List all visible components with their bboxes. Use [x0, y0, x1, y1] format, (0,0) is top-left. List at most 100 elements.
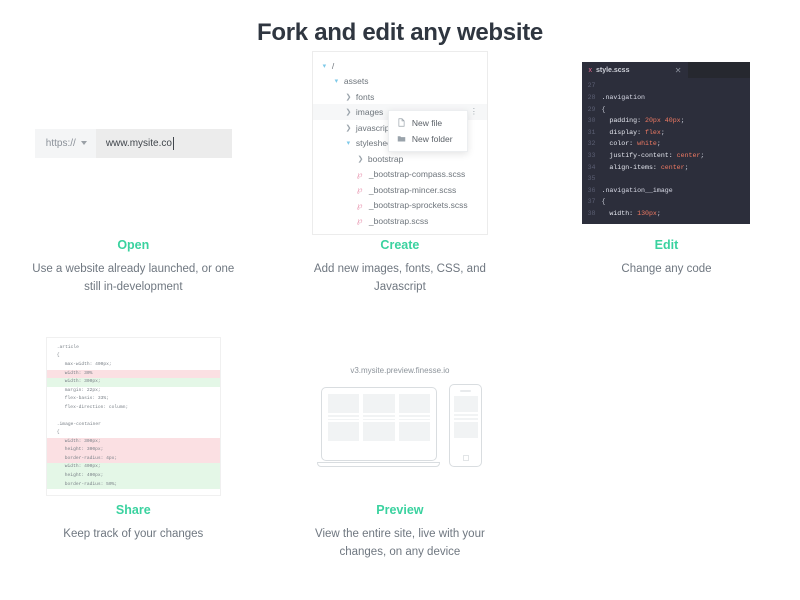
chevron-down-icon [80, 141, 87, 145]
placeholder-thumb [398, 394, 430, 413]
file-tree-node-label: _bootstrap.scss [368, 215, 429, 226]
code-line: 37 { [582, 196, 750, 208]
edit-title: Edit [654, 238, 679, 252]
laptop-cell [327, 394, 360, 454]
url-input[interactable]: www.mysite.co [95, 128, 232, 158]
create-description: Add new images, fonts, CSS, and Javascri… [313, 263, 486, 293]
code-line: 27 [582, 80, 750, 92]
placeholder-line [327, 415, 360, 417]
file-tree-node-label: / [331, 60, 335, 71]
chevron-right-icon: ❯ [345, 109, 352, 116]
diff-gap [47, 413, 220, 421]
file-tree-node-label: _bootstrap-sprockets.scss [368, 200, 468, 210]
open-visual: https:// www.mysite.co [18, 52, 249, 234]
kebab-menu-icon[interactable]: ⋮ [470, 106, 478, 117]
file-icon [397, 118, 406, 127]
protocol-select[interactable]: https:// [34, 128, 96, 158]
context-menu[interactable]: New file New folder [387, 109, 468, 152]
line-number: 31 [587, 128, 596, 136]
editor-tab-style-scss[interactable]: x style.scss ✕ [582, 62, 689, 79]
edit-visual: x style.scss ✕ 27 28 .navigation 29 {30 padd… [551, 52, 782, 234]
placeholder-line [363, 415, 395, 417]
file-tree-node[interactable]: ℘ _bootstrap-sprockets.scss [313, 197, 487, 213]
diff-line: width: 300px; [46, 437, 220, 447]
diff-line: max-width: 400px; [64, 361, 112, 367]
laptop-base [317, 462, 441, 467]
url-bar[interactable]: https:// www.mysite.co [34, 128, 232, 158]
file-tree-node-label: _bootstrap-compass.scss [368, 169, 466, 179]
chevron-right-icon: ❯ [345, 124, 352, 132]
diff-line: margin: 22px; [64, 387, 101, 393]
editor-tab-bar: x style.scss ✕ [582, 62, 751, 79]
preview-visual: v3.mysite.preview.finesse.io [285, 334, 516, 499]
code-text: color: white; [601, 140, 661, 148]
context-menu-item-new-file[interactable]: New file [389, 115, 467, 131]
feature-card-preview: v3.mysite.preview.finesse.io Preview Vie… [267, 334, 534, 562]
line-number: 38 [587, 209, 596, 217]
line-number: 35 [587, 175, 596, 183]
placeholder-line [453, 418, 478, 420]
laptop-cell [398, 394, 430, 454]
file-tree-node[interactable]: ❯ fonts [313, 89, 487, 105]
line-number: 32 [587, 140, 596, 148]
feature-card-edit: x style.scss ✕ 27 28 .navigation 29 {30 padd… [533, 52, 800, 320]
diff-line: height: 400px; [46, 472, 220, 481]
code-text: justify-content: center; [601, 152, 705, 159]
file-tree[interactable]: ▾ / ▾ assets ❯ fonts ❯ images ⋮ ❯ javascripts ▾ styl… [311, 50, 488, 236]
diff-line: flex-direction: column; [64, 404, 129, 410]
phone-screen [453, 395, 478, 451]
share-visual: .article{max-width: 400px; width: 30% widt… [18, 334, 249, 499]
chevron-down-icon: ▾ [334, 78, 339, 85]
code-line: 32 color: white; [582, 138, 750, 150]
phone-home-button [462, 455, 469, 461]
folder-icon [397, 134, 406, 143]
file-tree-node[interactable]: ▾ assets [313, 73, 487, 89]
laptop-cell [363, 394, 395, 454]
create-visual: ▾ / ▾ assets ❯ fonts ❯ images ⋮ ❯ javascripts ▾ styl… [285, 50, 516, 236]
code-line: 36 .navigation__image [582, 185, 750, 197]
file-tree-node[interactable]: ℘ _bootstrap-compass.scss [313, 166, 487, 182]
page-root: Fork and edit any website https:// www.m… [0, 0, 800, 600]
context-menu-item-new-folder[interactable]: New folder [389, 131, 467, 147]
context-menu-item-new-file-label: New file [411, 117, 443, 128]
share-description: Keep track of your changes [63, 528, 204, 540]
preview-url-label: v3.mysite.preview.finesse.io [350, 366, 450, 375]
line-number: 36 [587, 186, 596, 194]
editor-code-lines: 27 28 .navigation 29 {30 padding: 20px 40px;… [582, 78, 750, 223]
file-tree-node[interactable]: ℘ _bootstrap-mincer.scss [313, 182, 487, 198]
diff-line: { [56, 353, 60, 359]
code-text: { [601, 198, 606, 206]
code-line: 38 width: 130px; [582, 208, 750, 220]
file-tree-node[interactable]: ❯ bootstrap [313, 151, 487, 167]
file-tree-node[interactable]: ℘ _bootstrap.scss [313, 213, 487, 229]
placeholder-thumb [398, 422, 430, 442]
placeholder-thumb [363, 422, 395, 442]
protocol-label: https:// [45, 137, 76, 149]
phone-speaker [460, 390, 472, 392]
laptop-screen [320, 387, 437, 461]
diff-line: .image-container [56, 421, 101, 427]
file-tree-node-label: assets [343, 76, 369, 86]
code-line: 29 { [582, 104, 750, 116]
diff-line: height: 300px; [46, 446, 220, 455]
feature-card-open: https:// www.mysite.co Open Use a websit… [0, 52, 267, 320]
url-input-value: www.mysite.co [105, 137, 172, 149]
feature-card-share: .article{max-width: 400px; width: 30% widt… [0, 334, 267, 562]
preview-description: View the entire site, live with your cha… [314, 528, 485, 558]
close-icon[interactable]: ✕ [675, 65, 682, 77]
diff-line: border-radius: 50%; [46, 480, 220, 490]
code-text: .navigation__image [601, 186, 673, 194]
diff-line: border-radius: 4px; [46, 454, 220, 464]
diff-line: { [56, 430, 60, 436]
sass-icon: ℘ [356, 216, 363, 225]
open-description: Use a website already launched, or one s… [32, 263, 235, 293]
code-editor[interactable]: x style.scss ✕ 27 28 .navigation 29 {30 padd… [582, 62, 751, 224]
placeholder-line [363, 418, 395, 421]
features-row-top: https:// www.mysite.co Open Use a websit… [0, 50, 800, 320]
code-text: .navigation [601, 94, 646, 102]
phone-icon [449, 384, 483, 467]
preview-title: Preview [376, 503, 424, 517]
page-title: Fork and edit any website [257, 19, 543, 46]
code-text: align-items: center; [601, 163, 689, 171]
file-tree-node[interactable]: ▾ / [313, 58, 487, 74]
